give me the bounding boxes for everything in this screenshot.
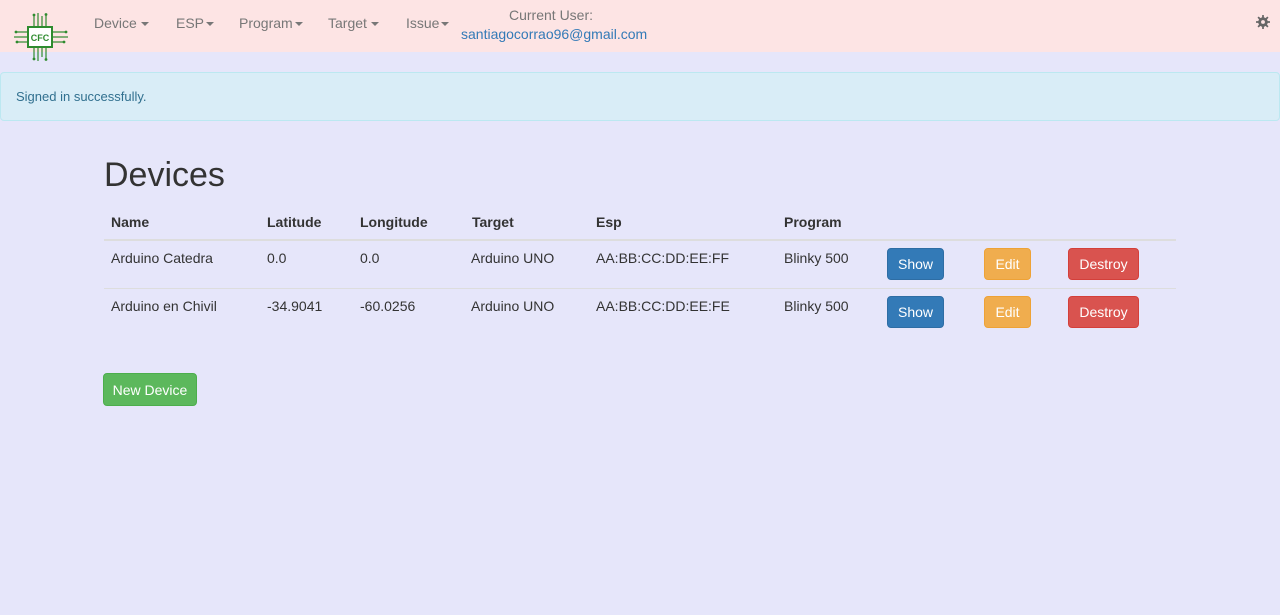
cell-esp: AA:BB:CC:DD:EE:FE: [596, 298, 730, 314]
caret-down-icon: [370, 22, 379, 27]
column-header-target: Target: [472, 214, 514, 230]
show-button[interactable]: Show: [887, 248, 944, 280]
nav-issue-menu[interactable]: Issue: [406, 15, 450, 31]
column-header-longitude: Longitude: [360, 214, 428, 230]
cell-name: Arduino Catedra: [111, 250, 213, 266]
column-header-esp: Esp: [596, 214, 622, 230]
caret-down-icon: [140, 22, 149, 27]
edit-button[interactable]: Edit: [984, 296, 1031, 328]
cell-program: Blinky 500: [784, 298, 849, 314]
new-device-button[interactable]: New Device: [103, 373, 197, 406]
caret-down-icon: [294, 22, 303, 27]
current-user-label: Current User:: [509, 7, 594, 23]
caret-down-icon: [441, 22, 450, 27]
destroy-button[interactable]: Destroy: [1068, 296, 1139, 328]
nav-esp-menu[interactable]: ESP: [176, 15, 215, 31]
table-row-divider: [104, 288, 1176, 289]
nav-device-menu[interactable]: Device: [94, 15, 149, 31]
cell-longitude: 0.0: [360, 250, 380, 266]
cell-longitude: -60.0256: [360, 298, 416, 314]
cell-target: Arduino UNO: [471, 298, 555, 314]
column-header-latitude: Latitude: [267, 214, 322, 230]
nav-target-label: Target: [328, 15, 367, 31]
nav-target-menu[interactable]: Target: [328, 15, 379, 31]
destroy-button[interactable]: Destroy: [1068, 248, 1139, 280]
cell-target: Arduino UNO: [471, 250, 555, 266]
caret-down-icon: [206, 22, 215, 27]
cell-latitude: 0.0: [267, 250, 287, 266]
nav-program-menu[interactable]: Program: [239, 15, 303, 31]
nav-esp-label: ESP: [176, 15, 205, 31]
success-alert: Signed in successfully.: [0, 72, 1280, 121]
table-header-divider: [104, 239, 1176, 241]
show-button[interactable]: Show: [887, 296, 944, 328]
current-user-email[interactable]: santiagocorrao96@gmail.com: [461, 26, 647, 42]
cell-latitude: -34.9041: [267, 298, 323, 314]
column-header-name: Name: [111, 214, 150, 230]
edit-button[interactable]: Edit: [984, 248, 1031, 280]
nav-program-label: Program: [239, 15, 293, 31]
column-header-program: Program: [784, 214, 842, 230]
svg-text:CFC: CFC: [31, 33, 50, 43]
navbar: CFC Device ESP Program Target Issue Curr…: [0, 0, 1280, 61]
cell-esp: AA:BB:CC:DD:EE:FF: [596, 250, 730, 266]
cfc-logo[interactable]: CFC: [14, 13, 68, 61]
nav-device-label: Device: [94, 15, 137, 31]
cell-name: Arduino en Chivil: [111, 298, 217, 314]
gear-icon[interactable]: [1256, 15, 1270, 29]
alert-message: Signed in successfully.: [16, 89, 147, 104]
page-title: Devices: [104, 156, 225, 194]
cell-program: Blinky 500: [784, 250, 849, 266]
nav-issue-label: Issue: [406, 15, 440, 31]
